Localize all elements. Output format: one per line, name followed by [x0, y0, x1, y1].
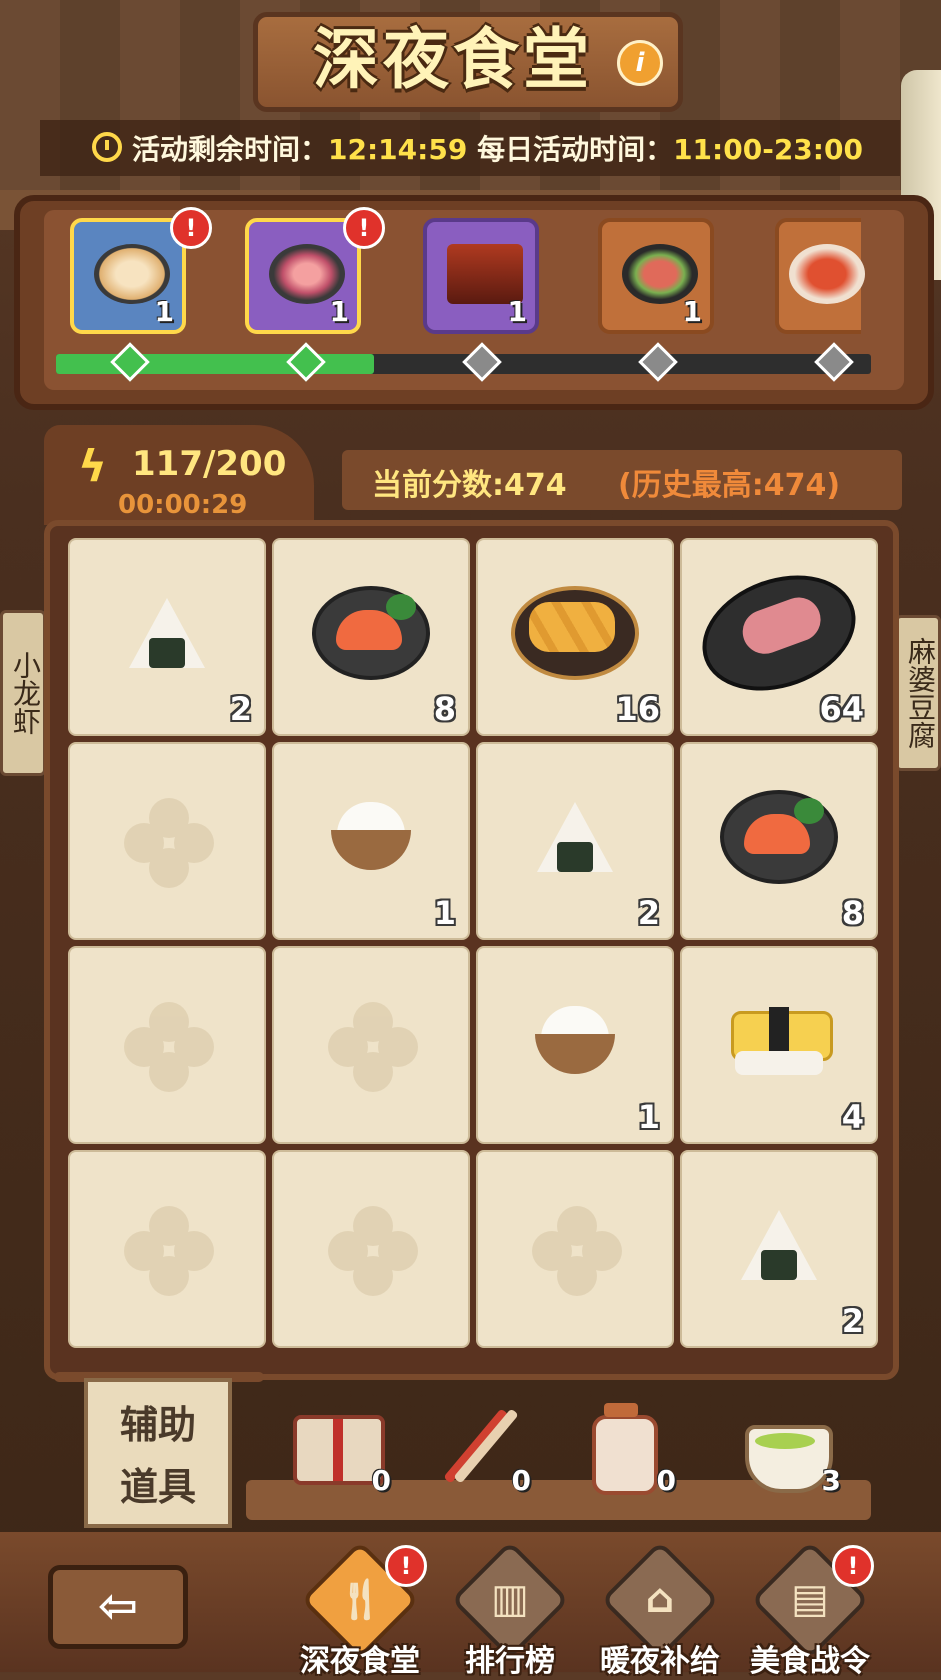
grid-cell[interactable]: 16	[476, 538, 674, 736]
grid-cell[interactable]: 2	[680, 1150, 878, 1348]
remaining-label: 活动剩余时间：	[132, 133, 329, 166]
rice-bowl-icon	[535, 1006, 615, 1076]
empty-slot-flower-icon	[328, 1002, 418, 1092]
tool-gift-box[interactable]: 0	[285, 1395, 391, 1497]
grid-cell[interactable]	[68, 946, 266, 1144]
salmon-sashimi-icon	[312, 586, 430, 681]
side-sign-left: 小龙虾	[0, 610, 46, 776]
alert-badge-icon: !	[170, 207, 212, 249]
tile-value: 1	[637, 1098, 660, 1136]
tile-value: 16	[615, 690, 660, 728]
page-title: 深夜食堂	[313, 21, 593, 98]
tool-count: 3	[821, 1464, 841, 1497]
lightning-bolt-icon: ϟ	[78, 441, 108, 492]
chopsticks-icon	[443, 1408, 509, 1484]
nav-label: 深夜食堂	[300, 1644, 420, 1679]
daily-value: 11:00-23:00	[673, 133, 863, 166]
onigiri-icon	[741, 1210, 817, 1281]
aux-tools-label-1: 辅助	[119, 1403, 196, 1447]
grid-cell[interactable]	[68, 742, 266, 940]
stage-count: 1	[329, 295, 349, 328]
aux-tools-label-2: 道具	[119, 1465, 196, 1509]
nav-night-supply[interactable]: ⌂ 暖夜补给	[590, 1540, 730, 1679]
energy-value: 117/200	[132, 444, 287, 484]
salmon-sashimi-icon	[720, 790, 838, 885]
reward-stage-5[interactable]	[775, 218, 865, 334]
grid-cell[interactable]: 2	[68, 538, 266, 736]
stage-count: 1	[682, 295, 702, 328]
nav-leaderboard[interactable]: ▥ 排行榜	[440, 1540, 580, 1679]
empty-slot-flower-icon	[124, 1206, 214, 1296]
tool-chopsticks[interactable]: 0	[425, 1395, 531, 1497]
alert-badge-icon: !	[343, 207, 385, 249]
back-button[interactable]: ⇦	[48, 1565, 188, 1649]
stage-count: 1	[154, 295, 174, 328]
tile-value: 4	[841, 1098, 864, 1136]
grid-cell[interactable]: 64	[680, 538, 878, 736]
stage-count: 1	[507, 295, 527, 328]
aux-tools-sign: 辅助 道具	[84, 1378, 232, 1528]
back-arrow-icon: ⇦	[97, 1578, 139, 1634]
lobster-platter-icon	[789, 244, 865, 304]
reward-stage-4[interactable]: 1	[598, 218, 714, 334]
tamago-sushi-icon	[731, 1003, 833, 1079]
rice-bowl-icon	[331, 802, 411, 872]
matcha-tea-icon	[745, 1425, 833, 1493]
nav-label: 暖夜补给	[600, 1644, 720, 1679]
empty-slot-flower-icon	[124, 798, 214, 888]
tile-value: 2	[229, 690, 252, 728]
grid-cell[interactable]	[68, 1150, 266, 1348]
alert-badge-icon: !	[385, 1545, 427, 1587]
grid-cell[interactable]: 1	[272, 742, 470, 940]
energy-timer: 00:00:29	[118, 490, 248, 520]
tool-matcha-tea[interactable]: 3	[735, 1395, 841, 1497]
tile-value: 1	[433, 894, 456, 932]
seasoning-jar-icon	[592, 1403, 658, 1495]
grid-cell[interactable]: 8	[680, 742, 878, 940]
reward-stage-1[interactable]: 1	[70, 218, 186, 334]
tile-value: 8	[841, 894, 864, 932]
shrimp-tempura-icon	[511, 586, 639, 681]
nav-label: 排行榜	[465, 1644, 555, 1679]
tile-value: 64	[819, 690, 864, 728]
basket-icon: ⌂	[645, 1576, 675, 1622]
event-timer: 活动剩余时间：12:14:59 每日活动时间：11:00-23:00	[132, 128, 863, 168]
onigiri-icon	[537, 802, 613, 873]
empty-slot-flower-icon	[532, 1206, 622, 1296]
best-score: (历史最高:474)	[618, 468, 841, 503]
tile-value: 2	[841, 1302, 864, 1340]
onigiri-icon	[129, 598, 205, 669]
tile-value: 2	[637, 894, 660, 932]
tile-value: 8	[433, 690, 456, 728]
remaining-value: 12:14:59	[328, 133, 468, 166]
grid-cell[interactable]: 8	[272, 538, 470, 736]
podium-icon: ▥	[491, 1576, 529, 1622]
grid-cell[interactable]	[272, 1150, 470, 1348]
side-sign-right: 麻婆豆腐	[895, 615, 941, 771]
grid-cell[interactable]: 2	[476, 742, 674, 940]
reward-stage-3[interactable]: 1	[423, 218, 539, 334]
clock-icon	[92, 132, 122, 162]
tool-count: 0	[371, 1464, 391, 1497]
grid-cell[interactable]: 4	[680, 946, 878, 1144]
nav-label: 美食战令	[750, 1644, 870, 1679]
grilled-squid-icon	[686, 555, 872, 711]
grid-cell[interactable]	[272, 946, 470, 1144]
tool-count: 0	[511, 1464, 531, 1497]
grid-cell[interactable]	[476, 1150, 674, 1348]
daily-label: 每日活动时间：	[477, 133, 674, 166]
grid-cell[interactable]: 1	[476, 946, 674, 1144]
current-score: 当前分数:474	[372, 468, 567, 503]
tool-seasoning-jar[interactable]: 0	[570, 1395, 676, 1497]
progress-fill	[56, 354, 374, 374]
alert-badge-icon: !	[832, 1545, 874, 1587]
empty-slot-flower-icon	[328, 1206, 418, 1296]
empty-slot-flower-icon	[124, 1002, 214, 1092]
tool-count: 0	[656, 1464, 676, 1497]
info-icon[interactable]: i	[617, 40, 663, 86]
